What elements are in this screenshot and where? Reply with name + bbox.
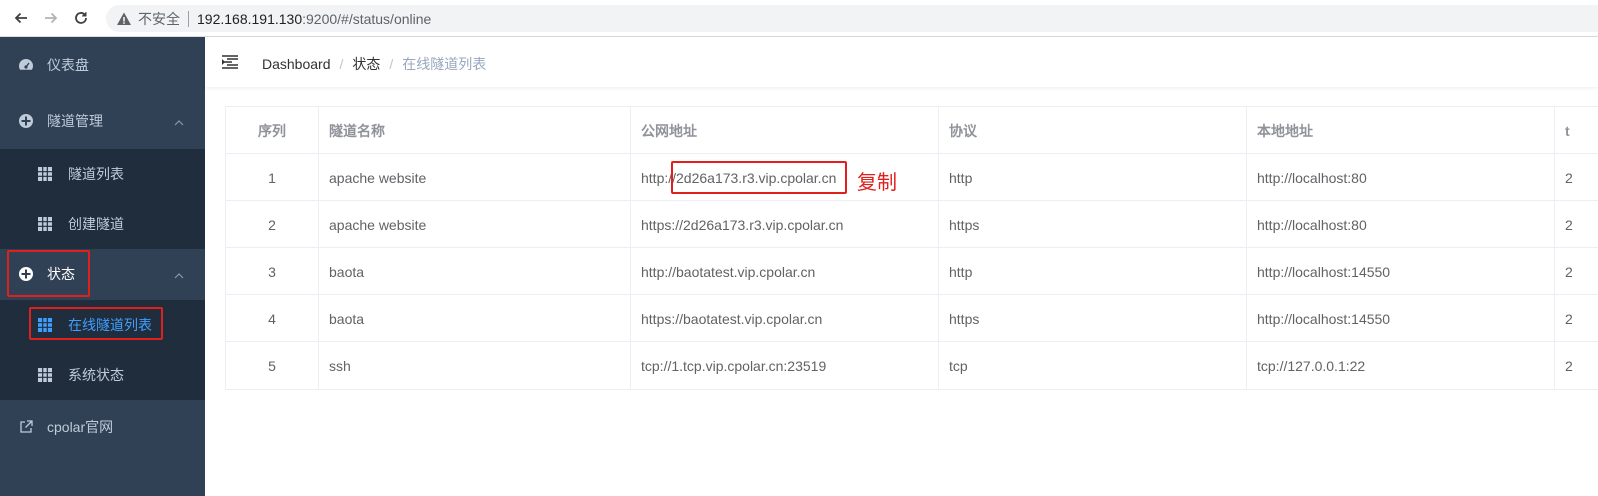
cell-index: 3	[226, 248, 319, 295]
back-arrow-icon[interactable]	[6, 3, 36, 33]
sidebar-item-system-status[interactable]: 系统状态	[0, 350, 205, 400]
chevron-up-icon	[174, 115, 184, 126]
warning-triangle-icon	[116, 11, 132, 27]
chevron-up-icon	[174, 268, 184, 279]
cell-extra: 2	[1565, 310, 1573, 327]
sidebar-item-dashboard[interactable]: 仪表盘	[0, 37, 205, 93]
header-protocol: 协议	[939, 107, 1247, 154]
breadcrumb-separator: /	[389, 56, 394, 72]
cell-index: 5	[226, 342, 319, 389]
cell-extra: 2	[1565, 169, 1573, 186]
grid-icon	[38, 167, 52, 181]
cell-tunnel-name: apache website	[319, 154, 631, 201]
cell-extra: 2	[1565, 263, 1573, 280]
table-row: 3 baota http://baotatest.vip.cpolar.cn h…	[226, 248, 1598, 295]
reload-icon[interactable]	[66, 3, 96, 33]
header-local-address: 本地地址	[1247, 107, 1555, 154]
table-header-row: 序列 隧道名称 公网地址 协议 本地地址 t	[226, 107, 1598, 154]
status-submenu: 在线隧道列表 系统状态	[0, 300, 205, 400]
cell-tunnel-name: baota	[319, 248, 631, 295]
sidebar-item-tunnel-list[interactable]: 隧道列表	[0, 149, 205, 199]
table-row: 5 ssh tcp://1.tcp.vip.cpolar.cn:23519 tc…	[226, 342, 1598, 389]
cell-protocol: http	[939, 154, 1247, 201]
cell-protocol: http	[939, 248, 1247, 295]
cell-local-address: tcp://127.0.0.1:22	[1247, 342, 1555, 389]
sidebar-item-create-tunnel[interactable]: 创建隧道	[0, 199, 205, 249]
table-row: 1 apache website http://2d26a173.r3.vip.…	[226, 154, 1598, 201]
breadcrumb-current: 在线隧道列表	[402, 56, 487, 72]
header-tunnel-name: 隧道名称	[319, 107, 631, 154]
cell-tunnel-name: baota	[319, 295, 631, 342]
cell-public-address[interactable]: https://2d26a173.r3.vip.cpolar.cn	[631, 201, 939, 248]
header-public-address: 公网地址	[631, 107, 939, 154]
grid-icon	[38, 318, 52, 332]
sidebar-item-label: 隧道列表	[68, 166, 124, 182]
header-extra: t	[1565, 122, 1570, 139]
sidebar-item-tunnel-management[interactable]: 隧道管理	[0, 93, 205, 149]
header-index: 序列	[226, 107, 319, 154]
insecure-label: 不安全	[138, 10, 180, 27]
sidebar-item-label: 创建隧道	[68, 216, 124, 232]
address-bar[interactable]: 不安全 192.168.191.130:9200/#/status/online	[106, 5, 1598, 32]
sidebar-item-label: 状态	[47, 266, 75, 282]
cell-protocol: https	[939, 295, 1247, 342]
url-host: 192.168.191.130	[197, 10, 303, 27]
breadcrumb-separator: /	[339, 56, 344, 72]
breadcrumb-dashboard[interactable]: Dashboard	[262, 56, 331, 72]
cell-protocol: tcp	[939, 342, 1247, 389]
browser-toolbar: 不安全 192.168.191.130:9200/#/status/online	[0, 0, 1598, 37]
hamburger-icon[interactable]	[221, 53, 239, 71]
breadcrumb: Dashboard / 状态 / 在线隧道列表	[262, 54, 486, 74]
cell-extra: 2	[1565, 216, 1573, 233]
cell-public-address[interactable]: https://baotatest.vip.cpolar.cn	[631, 295, 939, 342]
cell-tunnel-name: apache website	[319, 201, 631, 248]
cell-local-address: http://localhost:80	[1247, 154, 1555, 201]
sidebar: 仪表盘 隧道管理 隧道列表 创建隧道 状态 在线隧道列表 系统状态 cpolar…	[0, 37, 205, 496]
sidebar-item-label: 系统状态	[68, 367, 124, 383]
cell-public-address[interactable]: tcp://1.tcp.vip.cpolar.cn:23519	[631, 342, 939, 389]
external-link-icon	[18, 419, 34, 435]
sidebar-item-label: 隧道管理	[47, 113, 103, 129]
omnibox-divider	[188, 10, 189, 27]
cell-public-address[interactable]: http://baotatest.vip.cpolar.cn	[631, 248, 939, 295]
cell-local-address: http://localhost:80	[1247, 201, 1555, 248]
sidebar-item-cpolar-website[interactable]: cpolar官网	[0, 399, 205, 455]
circle-plus-icon	[18, 113, 34, 129]
breadcrumb-status[interactable]: 状态	[352, 54, 380, 74]
sidebar-item-label: 在线隧道列表	[68, 317, 152, 333]
sidebar-item-status[interactable]: 状态	[0, 246, 205, 302]
sidebar-item-label: 仪表盘	[47, 57, 89, 73]
cell-index: 4	[226, 295, 319, 342]
table-row: 2 apache website https://2d26a173.r3.vip…	[226, 201, 1598, 248]
navbar: Dashboard / 状态 / 在线隧道列表	[205, 37, 1598, 87]
dashboard-icon	[18, 57, 34, 73]
grid-icon	[38, 368, 52, 382]
grid-icon	[38, 217, 52, 231]
circle-plus-icon	[18, 266, 34, 282]
cell-protocol: https	[939, 201, 1247, 248]
cell-index: 2	[226, 201, 319, 248]
sidebar-item-label: cpolar官网	[47, 419, 114, 435]
sidebar-item-online-tunnels[interactable]: 在线隧道列表	[0, 300, 205, 350]
table-row: 4 baota https://baotatest.vip.cpolar.cn …	[226, 295, 1598, 342]
cell-tunnel-name: ssh	[319, 342, 631, 389]
cell-index: 1	[226, 154, 319, 201]
cell-extra: 2	[1565, 357, 1573, 374]
forward-arrow-icon[interactable]	[36, 3, 66, 33]
url-path: :9200/#/status/online	[302, 10, 432, 27]
online-tunnels-table: 序列 隧道名称 公网地址 协议 本地地址 t 1 apache website …	[225, 106, 1598, 390]
cell-local-address: http://localhost:14550	[1247, 248, 1555, 295]
cell-local-address: http://localhost:14550	[1247, 295, 1555, 342]
copy-annotation: 复制	[857, 172, 897, 194]
tunnel-submenu: 隧道列表 创建隧道	[0, 149, 205, 249]
